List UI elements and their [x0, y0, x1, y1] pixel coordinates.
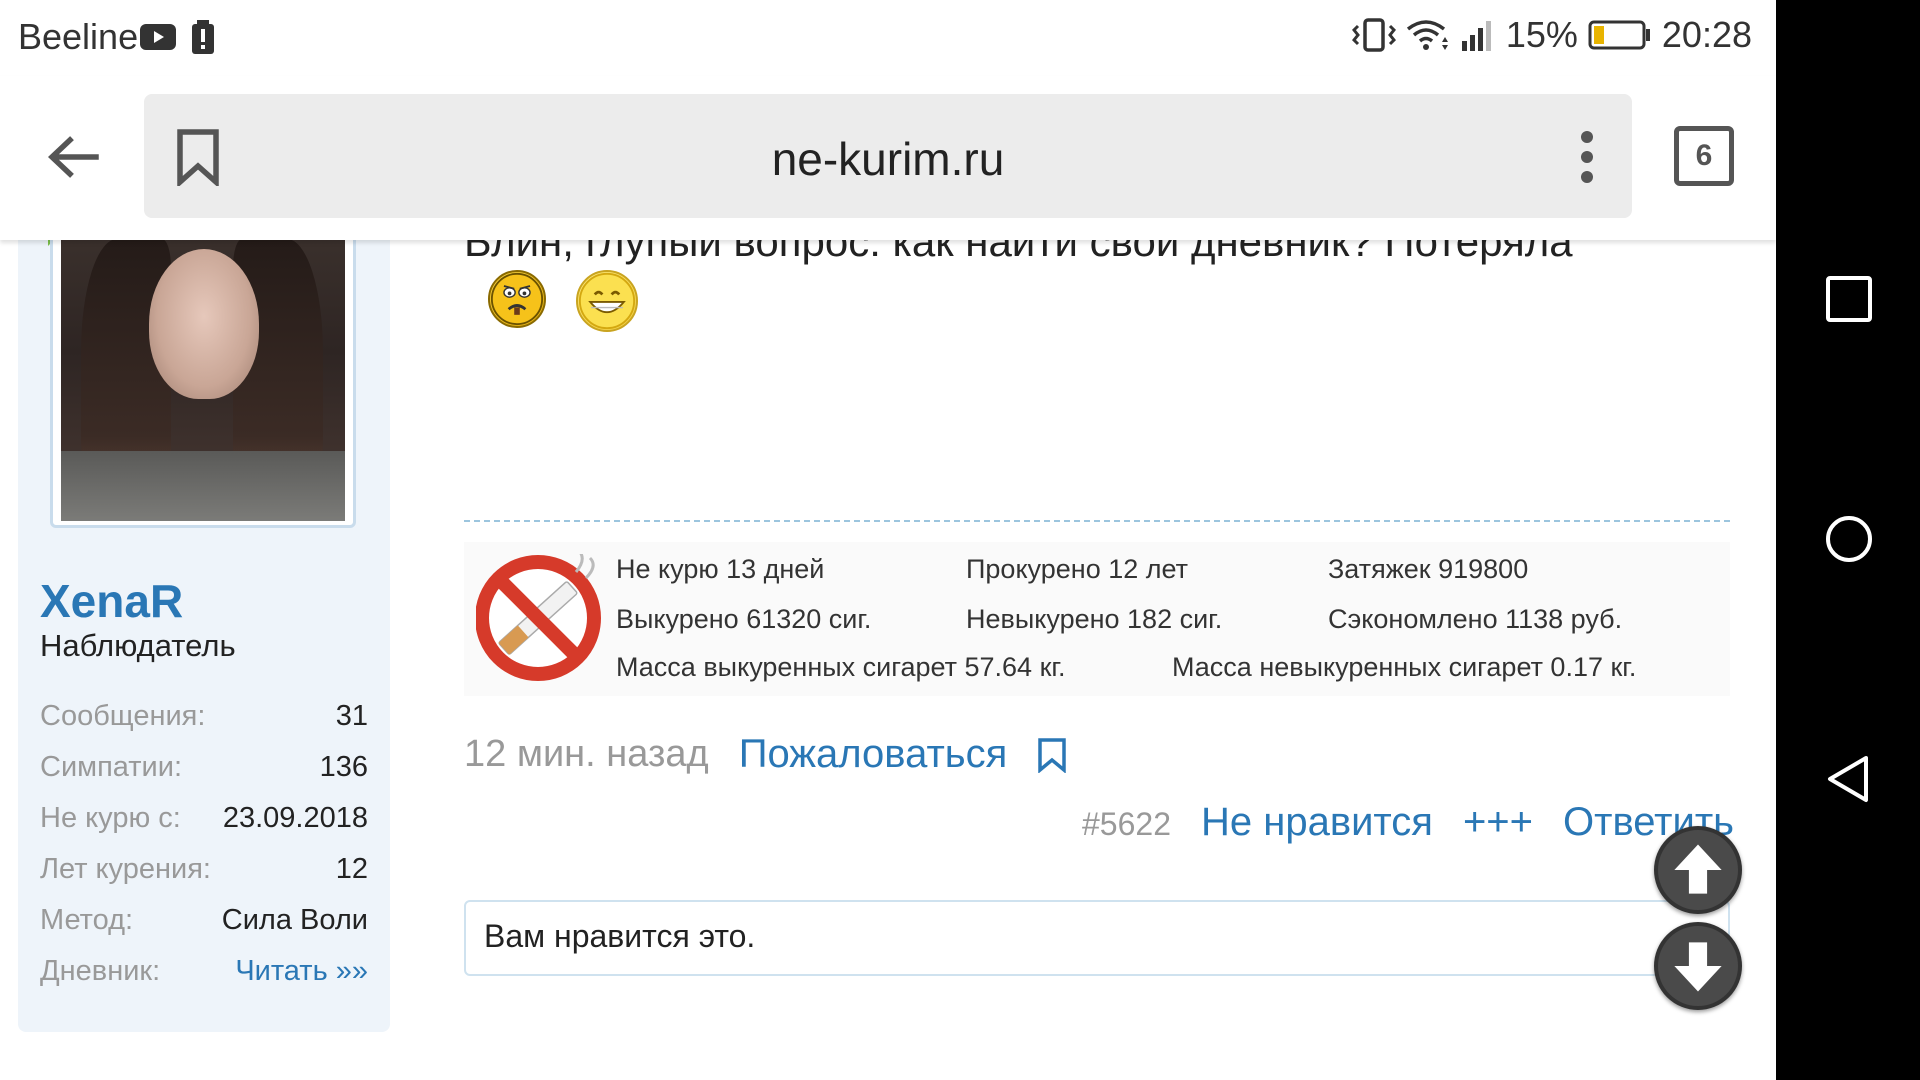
scroll-down-button[interactable]: [1654, 922, 1742, 1010]
url-text[interactable]: ne-kurim.ru: [144, 132, 1632, 186]
stat-label: Дневник:: [40, 955, 161, 987]
clock: 20:28: [1661, 14, 1752, 55]
scroll-up-button[interactable]: [1654, 826, 1742, 914]
stat-row: Сообщения: 31: [40, 700, 368, 751]
stat-value: 31: [335, 700, 368, 732]
sig-smoked-years: Прокурено 12 лет: [966, 554, 1188, 584]
battery-icon: [1588, 20, 1650, 50]
tab-switcher-button[interactable]: 6: [1674, 126, 1734, 186]
home-icon[interactable]: [1824, 514, 1874, 564]
menu-dots-icon[interactable]: [1578, 130, 1596, 184]
sig-saved: Сэкономлено 1138 руб.: [1328, 604, 1623, 634]
stat-row: Лет курения: 12: [40, 853, 368, 904]
carrier-name: Beeline: [18, 16, 139, 57]
stat-value: 23.09.2018: [222, 802, 368, 834]
recent-apps-icon[interactable]: [1824, 274, 1874, 324]
back-nav-icon[interactable]: [1824, 754, 1874, 804]
post-number-link[interactable]: #5622: [1082, 806, 1171, 843]
stat-label: Сообщения:: [40, 700, 206, 732]
stat-value: Сила Воли: [221, 904, 368, 936]
sig-not-smoking: Не курю 13 дней: [616, 554, 825, 584]
diary-read-link[interactable]: Читать »»: [235, 955, 368, 1006]
bookmark-post-icon[interactable]: [1037, 737, 1067, 773]
stat-row: Не курю с: 23.09.2018: [40, 802, 368, 853]
stat-label: Метод:: [40, 904, 134, 936]
signature-banner: Не курю 13 дней Прокурено 12 лет Затяжек…: [464, 542, 1730, 696]
stat-label: Лет курения:: [40, 853, 211, 885]
post-time[interactable]: 12 мин. назад: [464, 733, 709, 776]
plus-link[interactable]: +++: [1463, 800, 1533, 845]
stat-value: 136: [319, 751, 368, 783]
alert-icon: [192, 20, 214, 54]
avatar-photo: [61, 239, 345, 521]
signature-separator: [464, 520, 1730, 522]
unlike-link[interactable]: Не нравится: [1201, 800, 1433, 845]
username[interactable]: XenaR: [40, 574, 183, 628]
android-nav-bar: [1776, 0, 1920, 1080]
report-link[interactable]: Пожаловаться: [739, 732, 1008, 777]
confused-smiley-icon: [488, 270, 546, 328]
sig-puffs: Затяжек 919800: [1328, 554, 1529, 584]
stat-value: 12: [335, 853, 368, 885]
stat-row: Метод: Сила Воли: [40, 904, 368, 955]
avatar[interactable]: [50, 230, 356, 528]
browser-toolbar: ne-kurim.ru 6: [0, 76, 1776, 240]
sig-mass-not-smoked: Масса невыкуренных сигарет 0.17 кг.: [1172, 652, 1637, 682]
status-right: 15% 20:28: [1351, 14, 1752, 56]
stat-row: Симпатии: 136: [40, 751, 368, 802]
user-title: Наблюдатель: [40, 628, 236, 663]
page-content: XenaR Наблюдатель Сообщения: 31 Симпатии…: [0, 218, 1776, 1080]
stat-label: Не курю с:: [40, 802, 181, 834]
grinning-smiley-icon: [576, 270, 638, 332]
address-bar[interactable]: ne-kurim.ru: [144, 94, 1632, 218]
post-meta: 12 мин. назад Пожаловаться: [464, 732, 1067, 777]
no-smoking-icon: [476, 554, 601, 681]
user-stats: Сообщения: 31 Симпатии: 136 Не курю с: 2…: [40, 700, 368, 1006]
phone-screen: Beeline 15% 20:28 ne-kurim.ru 6 XenaR На…: [0, 0, 1776, 1080]
post-smileys: [488, 270, 638, 332]
stat-row: Дневник: Читать »»: [40, 955, 368, 1006]
wifi-icon: [1406, 20, 1448, 50]
likes-text: Вам нравится это.: [484, 918, 756, 954]
sig-smoked-cigs: Выкурено 61320 сиг.: [616, 604, 872, 634]
stat-label: Симпатии:: [40, 751, 183, 783]
likes-summary: Вам нравится это.: [464, 900, 1730, 976]
vibrate-icon: [1351, 18, 1396, 52]
post-actions: #5622 Не нравится +++ Ответить: [1082, 800, 1734, 845]
youtube-icon: [140, 24, 176, 50]
signal-icon: [1461, 21, 1491, 51]
sig-not-smoked-cigs: Невыкурено 182 сиг.: [966, 604, 1223, 634]
sig-mass-smoked: Масса выкуренных сигарет 57.64 кг.: [616, 652, 1066, 682]
back-arrow-icon[interactable]: [44, 128, 102, 186]
battery-percent: 15%: [1505, 14, 1578, 55]
user-profile-card: XenaR Наблюдатель Сообщения: 31 Симпатии…: [18, 218, 390, 1032]
forum-post: Блин, глупый вопрос: как найти свой днев…: [464, 240, 1734, 1060]
status-bar: Beeline 15% 20:28: [0, 0, 1776, 76]
